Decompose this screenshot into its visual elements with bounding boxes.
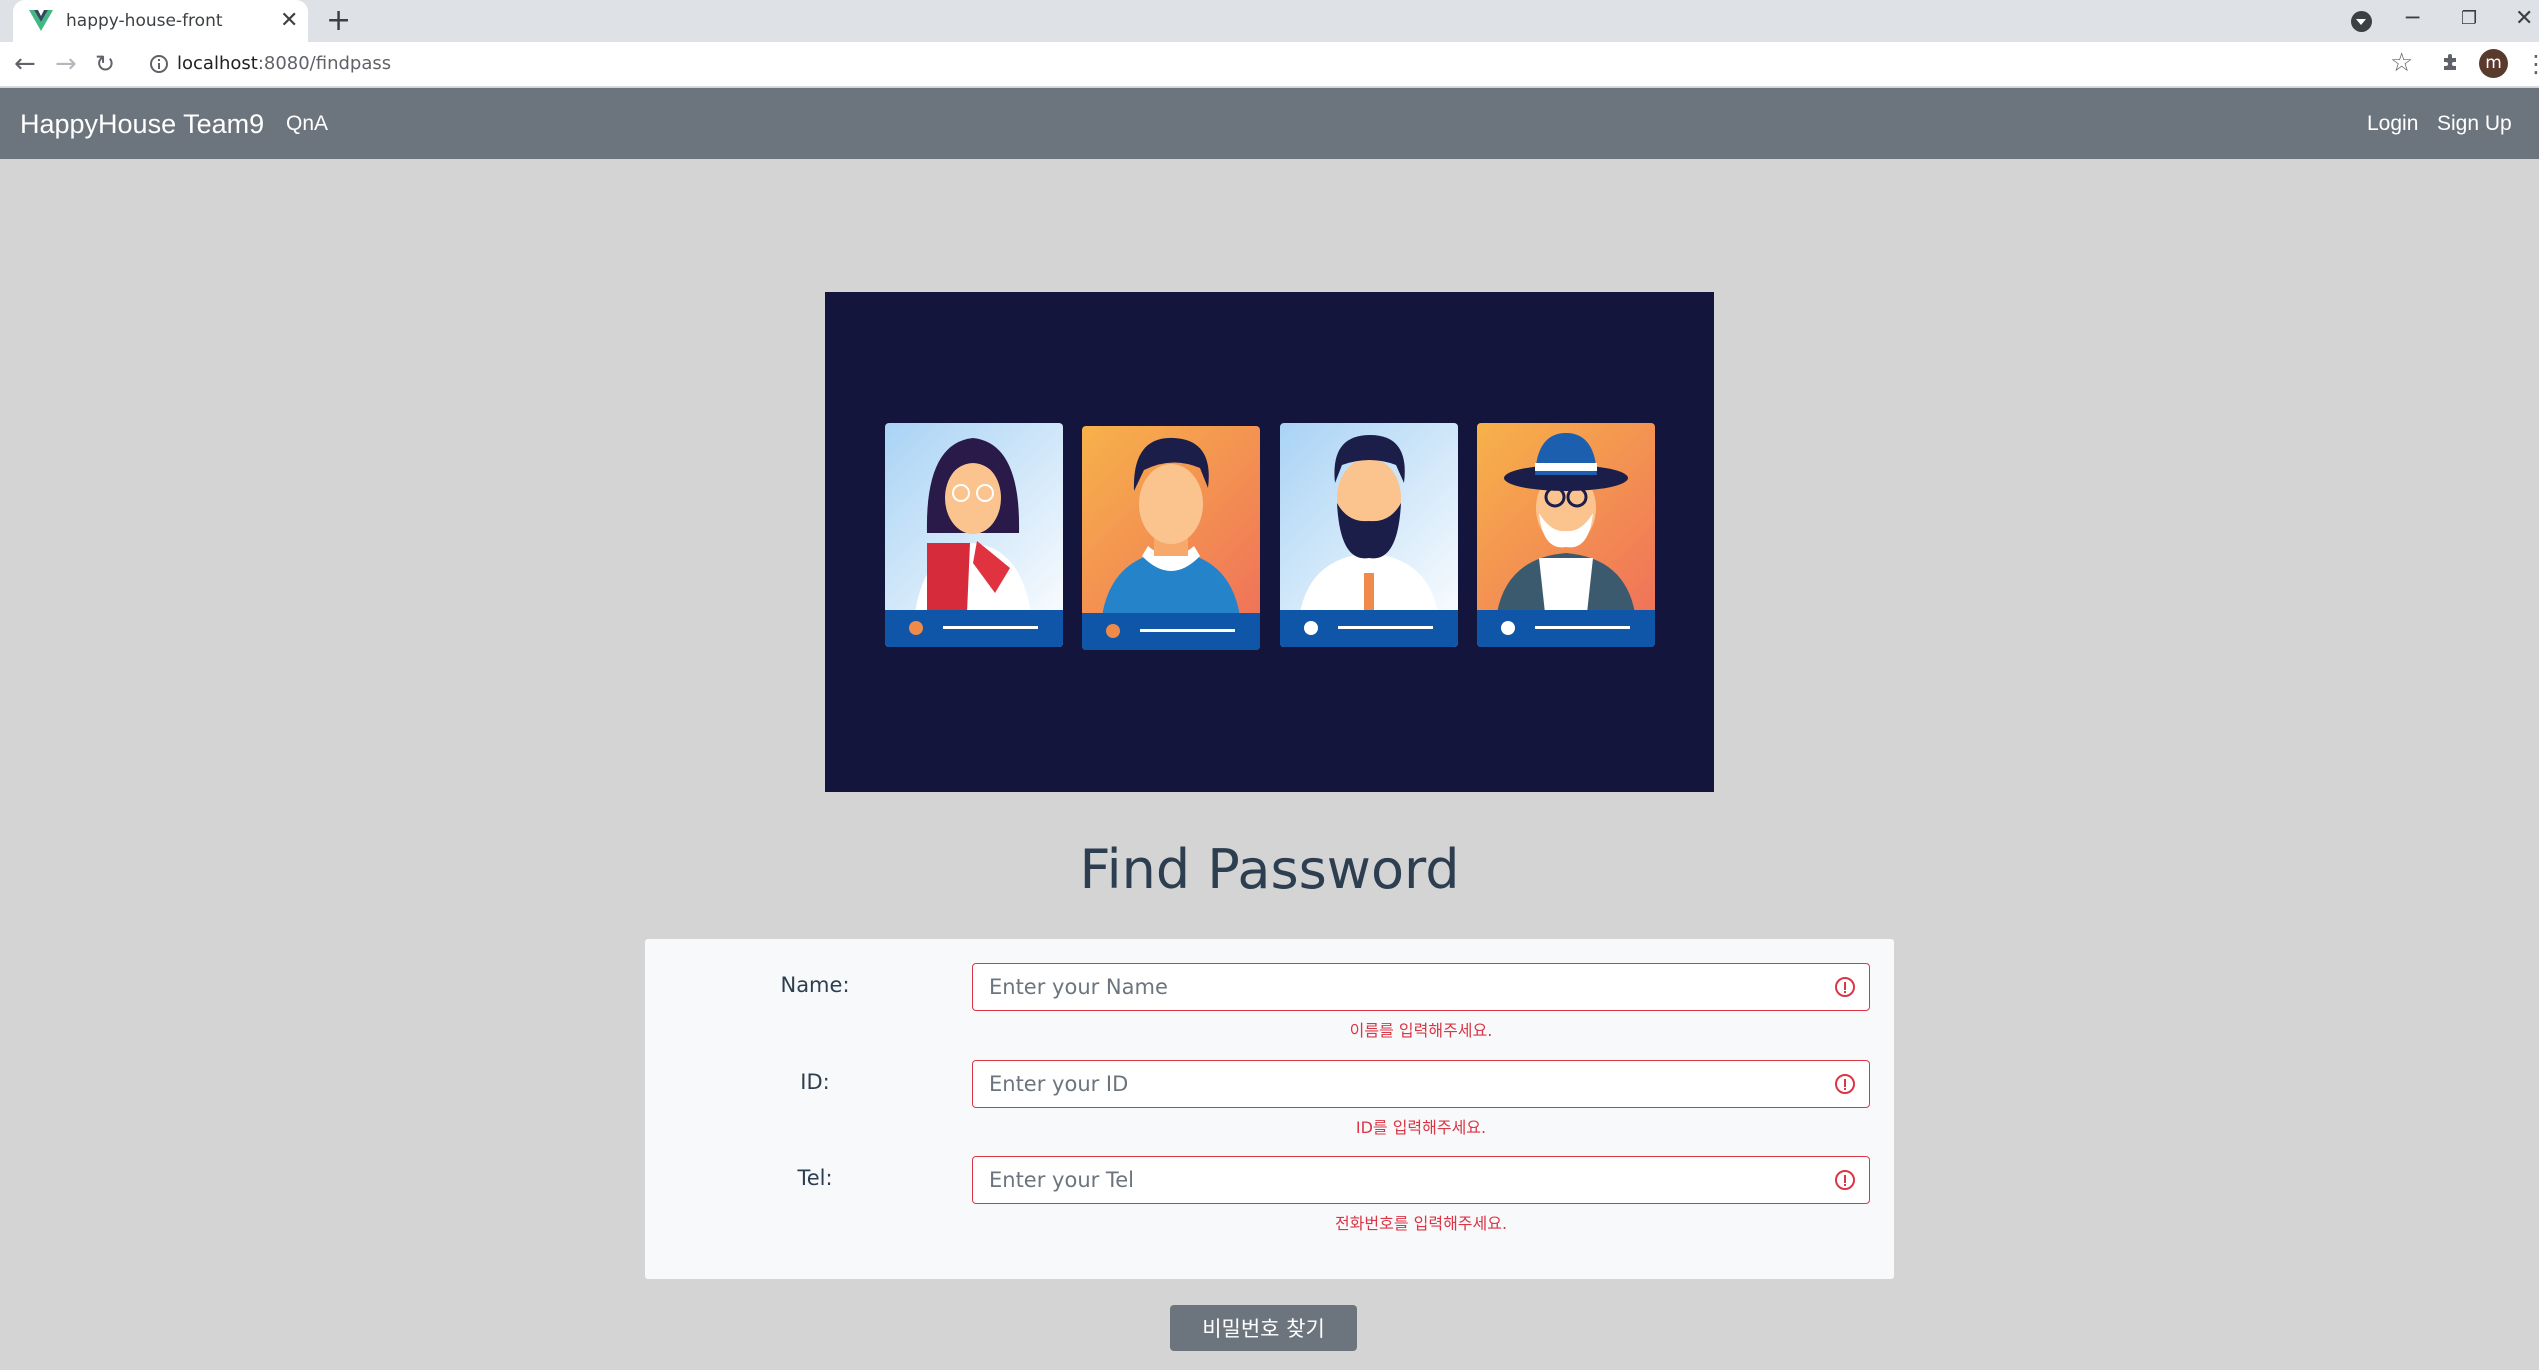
- old-man-avatar-icon: [1497, 433, 1635, 613]
- avatar-card-young-man: [1082, 426, 1260, 650]
- new-tab-icon[interactable]: +: [326, 4, 351, 38]
- minimize-icon[interactable]: ─: [2406, 6, 2419, 31]
- card-dot: [909, 621, 923, 635]
- card-line: [1140, 629, 1235, 632]
- tel-label: Tel:: [797, 1166, 833, 1190]
- back-icon[interactable]: ←: [14, 48, 36, 80]
- nav-link-signup[interactable]: Sign Up: [2437, 112, 2512, 136]
- id-label: ID:: [800, 1070, 830, 1094]
- forward-icon[interactable]: →: [55, 48, 77, 80]
- browser-tab[interactable]: happy-house-front ✕: [13, 0, 308, 42]
- tab-title: happy-house-front: [66, 11, 223, 31]
- tel-input-wrap: [972, 1156, 1870, 1204]
- card-dot: [1501, 621, 1515, 635]
- name-error-icon: [1835, 977, 1855, 997]
- tab-search-icon[interactable]: [2351, 11, 2372, 32]
- nav-link-login[interactable]: Login: [2367, 112, 2418, 136]
- card-dot: [1106, 624, 1120, 638]
- bearded-man-avatar-icon: [1300, 435, 1438, 613]
- name-input[interactable]: [973, 964, 1823, 1009]
- find-password-button[interactable]: 비밀번호 찾기: [1170, 1305, 1357, 1351]
- form-row-id: ID: ID를 입력해주세요.: [645, 1036, 1894, 1137]
- name-label: Name:: [780, 973, 850, 997]
- card-line: [1535, 626, 1630, 629]
- profile-avatar[interactable]: m: [2479, 49, 2508, 78]
- young-man-avatar-icon: [1102, 437, 1240, 616]
- bookmark-star-icon[interactable]: ☆: [2390, 48, 2413, 78]
- avatar-card-bearded-man: [1280, 423, 1458, 647]
- find-password-form: Name: 이름를 입력해주세요. ID: ID를 입력해주세요. Tel: 전…: [645, 939, 1894, 1279]
- id-input-wrap: [972, 1060, 1870, 1108]
- address-bar[interactable]: localhost:8080/findpass: [177, 53, 391, 74]
- extensions-puzzle-icon[interactable]: [2441, 52, 2461, 72]
- tel-error-icon: [1835, 1170, 1855, 1190]
- url-path: :8080/findpass: [257, 53, 392, 74]
- app-navbar: HappyHouse Team9 QnA Login Sign Up: [0, 88, 2539, 159]
- avatar-card-old-man: [1477, 423, 1655, 647]
- restore-icon[interactable]: ❐: [2461, 8, 2477, 29]
- card-dot: [1304, 621, 1318, 635]
- tel-input[interactable]: [973, 1157, 1823, 1202]
- nav-link-qna[interactable]: QnA: [286, 112, 328, 136]
- form-row-name: Name: 이름를 입력해주세요.: [645, 939, 1894, 1040]
- page-title: Find Password: [1079, 838, 1460, 901]
- card-footer: [885, 610, 1063, 647]
- id-input[interactable]: [973, 1061, 1823, 1106]
- name-input-wrap: [972, 963, 1870, 1011]
- browser-menu-icon[interactable]: ⋮: [2524, 50, 2539, 78]
- url-host: localhost: [177, 53, 258, 74]
- reload-icon[interactable]: ↻: [95, 48, 115, 80]
- card-footer: [1082, 613, 1260, 650]
- browser-tabstrip: happy-house-front ✕ + ─ ❐ ✕: [0, 0, 2539, 42]
- tel-error-message: 전화번호를 입력해주세요.: [1334, 1214, 1508, 1233]
- avatar-card-woman: [885, 423, 1063, 647]
- tab-close-icon[interactable]: ✕: [280, 8, 298, 34]
- hero-illustration: [825, 292, 1714, 792]
- id-error-icon: [1835, 1074, 1855, 1094]
- site-info-icon[interactable]: [150, 55, 168, 73]
- woman-avatar-icon: [915, 438, 1031, 613]
- card-line: [943, 626, 1038, 629]
- form-row-tel: Tel: 전화번호를 입력해주세요.: [645, 1132, 1894, 1233]
- card-footer: [1280, 610, 1458, 647]
- vue-logo-icon: [29, 10, 53, 31]
- card-line: [1338, 626, 1433, 629]
- browser-toolbar: ← → ↻ localhost:8080/findpass ☆ m ⋮: [0, 42, 2539, 87]
- close-window-icon[interactable]: ✕: [2515, 6, 2533, 31]
- brand-link[interactable]: HappyHouse Team9: [20, 109, 264, 140]
- card-footer: [1477, 610, 1655, 647]
